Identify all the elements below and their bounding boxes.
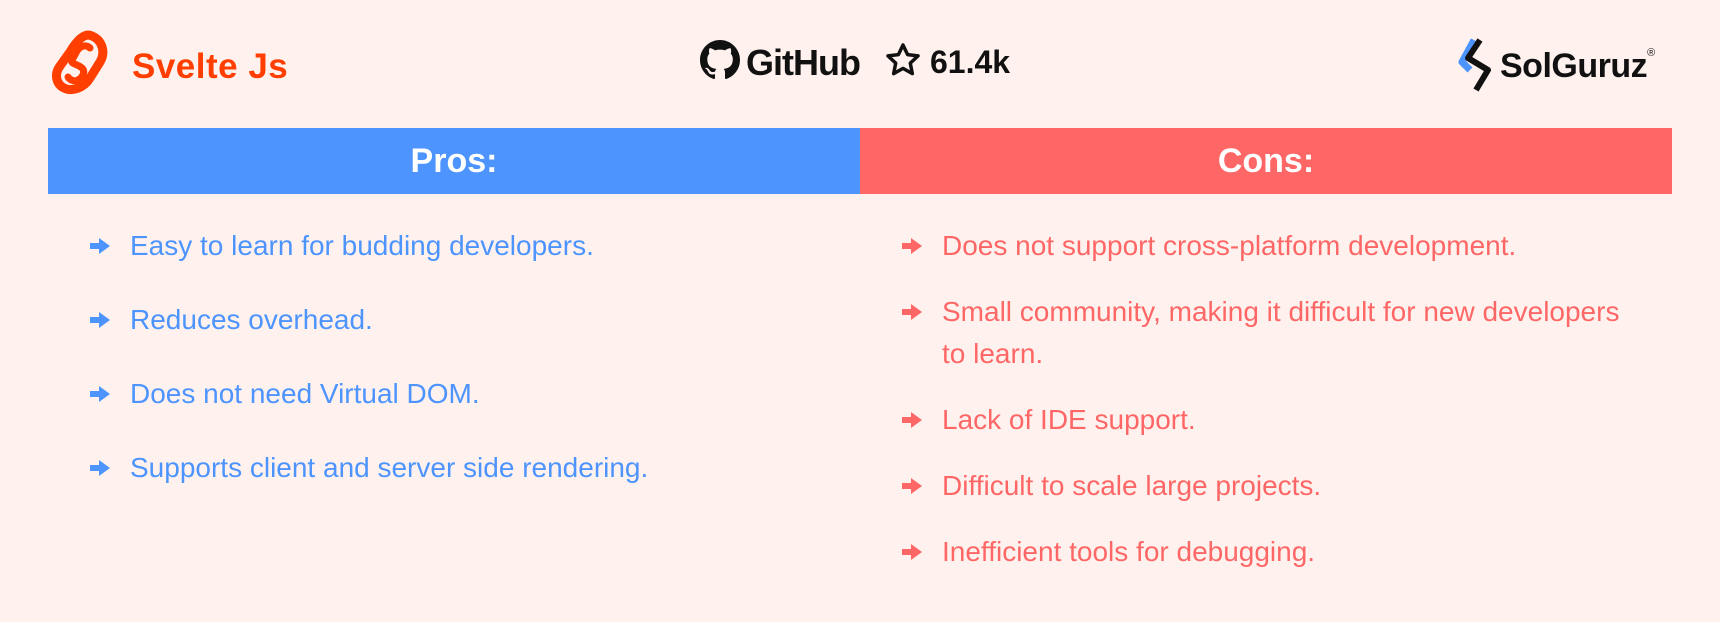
pros-item: Does not need Virtual DOM. <box>90 373 830 415</box>
cons-item: Small community, making it difficult for… <box>902 291 1642 375</box>
pros-item: Easy to learn for budding developers. <box>90 225 830 267</box>
pros-item-text: Supports client and server side renderin… <box>130 452 649 483</box>
arrow-right-icon <box>90 447 112 489</box>
github-label: GitHub <box>746 41 861 83</box>
pros-item: Supports client and server side renderin… <box>90 447 830 489</box>
arrow-right-icon <box>902 531 924 573</box>
header: Svelte Js GitHub 61.4k SolGuruz ® <box>0 0 1720 128</box>
cons-title: Cons: <box>1217 141 1315 180</box>
company-name: SolGuruz <box>1500 47 1648 85</box>
pros-item: Reduces overhead. <box>90 299 830 341</box>
pros-item-text: Does not need Virtual DOM. <box>130 378 480 409</box>
pros-title: Pros: <box>410 141 498 180</box>
cons-item-text: Difficult to scale large projects. <box>942 470 1322 501</box>
cons-item-text: Lack of IDE support. <box>942 404 1196 435</box>
solguruz-mark-icon <box>1458 36 1498 97</box>
cons-item-text: Small community, making it difficult for… <box>942 296 1620 369</box>
cons-item: Does not support cross-platform developm… <box>902 225 1642 267</box>
star-count: 61.4k <box>884 41 1010 84</box>
pros-header: Pros: <box>48 128 860 194</box>
cons-list: Does not support cross-platform developm… <box>902 225 1642 597</box>
arrow-right-icon <box>902 399 924 441</box>
cons-item-text: Inefficient tools for debugging. <box>942 536 1316 567</box>
cons-header: Cons: <box>860 128 1672 194</box>
github-stars-value: 61.4k <box>929 44 1011 80</box>
arrow-right-icon <box>902 225 924 267</box>
star-icon <box>884 41 922 84</box>
arrow-right-icon <box>902 465 924 507</box>
github-stats: GitHub 61.4k <box>700 40 1010 85</box>
arrow-right-icon <box>90 299 112 341</box>
cons-item: Difficult to scale large projects. <box>902 465 1642 507</box>
arrow-right-icon <box>90 373 112 415</box>
cons-item: Lack of IDE support. <box>902 399 1642 441</box>
brand-name: Svelte Js <box>132 46 289 86</box>
pros-item-text: Easy to learn for budding developers. <box>130 230 594 261</box>
cons-item-text: Does not support cross-platform developm… <box>942 230 1517 261</box>
cons-item: Inefficient tools for debugging. <box>902 531 1642 573</box>
pros-item-text: Reduces overhead. <box>130 304 373 335</box>
svelte-logo-icon <box>52 30 108 103</box>
arrow-right-icon <box>902 291 924 333</box>
registered-mark: ® <box>1647 46 1656 59</box>
brand: Svelte Js <box>52 30 288 103</box>
arrow-right-icon <box>90 225 112 267</box>
github-icon <box>700 40 740 85</box>
pros-list: Easy to learn for budding developers. Re… <box>90 225 830 521</box>
solguruz-logo: SolGuruz ® <box>1458 36 1655 97</box>
